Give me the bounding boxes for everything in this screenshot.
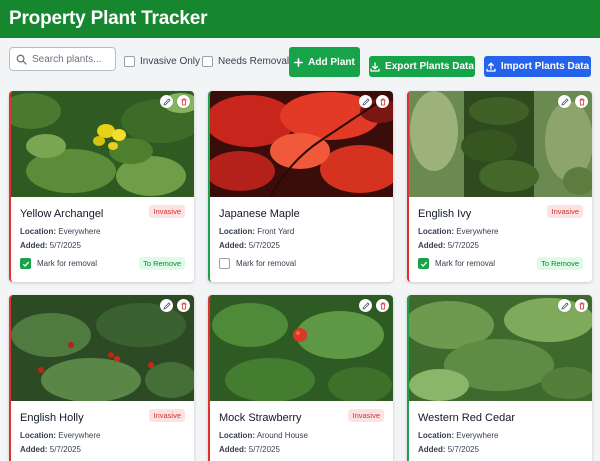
plant-added-date: Added: 5/7/2025 [418,241,479,250]
to-remove-badge: To Remove [139,257,185,270]
toolbar: Invasive Only Needs Removal Add Plant Ex… [0,38,600,88]
plant-location: Location: Everywhere [20,431,101,440]
card-actions [355,299,389,312]
plant-added-date: Added: 5/7/2025 [219,241,280,250]
mark-removal-label: Mark for removal [236,259,297,268]
trash-icon [181,302,186,309]
trash-icon [380,98,385,105]
plant-card: English Ivy Invasive Location: Everywher… [407,91,592,282]
delete-button[interactable] [177,95,190,108]
download-icon [370,61,380,72]
search-input[interactable] [32,53,112,65]
plant-card: Yellow Archangel Invasive Location: Ever… [9,91,194,282]
card-actions [554,299,588,312]
needs-removal-checkbox[interactable] [202,56,213,67]
invasive-badge: Invasive [348,409,384,422]
mark-removal-toggle[interactable]: Mark for removal [219,258,296,269]
app-title: Property Plant Tracker [9,8,208,29]
edit-button[interactable] [558,95,571,108]
plant-added-date: Added: 5/7/2025 [418,445,479,454]
plant-card: English Holly Invasive Location: Everywh… [9,295,194,461]
card-actions [355,95,389,108]
mark-removal-checkbox[interactable] [219,258,230,269]
invasive-badge: Invasive [149,205,185,218]
trash-icon [380,302,385,309]
trash-icon [579,98,584,105]
invasive-badge: Invasive [547,205,583,218]
plant-location: Location: Everywhere [418,227,499,236]
add-plant-button[interactable]: Add Plant [289,47,360,77]
check-icon [22,261,29,267]
delete-button[interactable] [376,95,389,108]
edit-button[interactable] [359,299,372,312]
check-icon [420,261,427,267]
trash-icon [181,98,186,105]
delete-button[interactable] [575,95,588,108]
mark-removal-toggle[interactable]: Mark for removal [20,258,97,269]
search-icon [16,54,27,65]
card-actions [156,299,190,312]
plant-name: English Holly [20,412,84,424]
invasive-only-filter[interactable]: Invasive Only [124,56,200,67]
edit-icon [560,301,569,310]
mark-removal-checkbox[interactable] [418,258,429,269]
plant-card: Mock Strawberry Invasive Location: Aroun… [208,295,393,461]
plant-name: English Ivy [418,208,472,220]
plant-location: Location: Everywhere [20,227,101,236]
plant-name: Yellow Archangel [20,208,104,220]
upload-icon [486,62,496,72]
mark-removal-checkbox[interactable] [20,258,31,269]
plant-added-date: Added: 5/7/2025 [219,445,280,454]
card-actions [156,95,190,108]
plant-name: Western Red Cedar [418,412,516,424]
edit-button[interactable] [160,95,173,108]
import-plants-button[interactable]: Import Plants Data [484,56,591,77]
invasive-only-checkbox[interactable] [124,56,135,67]
edit-icon [162,301,171,310]
import-plants-label: Import Plants Data [500,61,590,72]
edit-button[interactable] [359,95,372,108]
invasive-only-label: Invasive Only [140,56,201,67]
search-box[interactable] [9,47,116,71]
needs-removal-filter[interactable]: Needs Removal [202,56,289,67]
plant-card: Western Red Cedar Location: Everywhere A… [407,295,592,461]
delete-button[interactable] [177,299,190,312]
export-plants-label: Export Plants Data [385,61,474,72]
edit-button[interactable] [558,299,571,312]
add-plant-label: Add Plant [308,56,355,68]
plant-location: Location: Front Yard [219,227,295,236]
mark-removal-label: Mark for removal [37,259,98,268]
plant-location: Location: Around House [219,431,308,440]
delete-button[interactable] [575,299,588,312]
plant-added-date: Added: 5/7/2025 [20,445,81,454]
to-remove-badge: To Remove [537,257,583,270]
app-header: Property Plant Tracker [0,0,600,38]
mark-removal-toggle[interactable]: Mark for removal [418,258,495,269]
card-actions [554,95,588,108]
edit-icon [162,97,171,106]
needs-removal-label: Needs Removal [218,56,290,67]
plant-added-date: Added: 5/7/2025 [20,241,81,250]
invasive-badge: Invasive [149,409,185,422]
edit-icon [560,97,569,106]
plus-icon [294,57,304,67]
edit-button[interactable] [160,299,173,312]
edit-icon [361,97,370,106]
plant-name: Mock Strawberry [219,412,302,424]
trash-icon [579,302,584,309]
mark-removal-label: Mark for removal [435,259,496,268]
export-plants-button[interactable]: Export Plants Data [369,56,475,77]
edit-icon [361,301,370,310]
plant-location: Location: Everywhere [418,431,499,440]
plant-name: Japanese Maple [219,208,300,220]
plant-card: Japanese Maple Location: Front Yard Adde… [208,91,393,282]
delete-button[interactable] [376,299,389,312]
